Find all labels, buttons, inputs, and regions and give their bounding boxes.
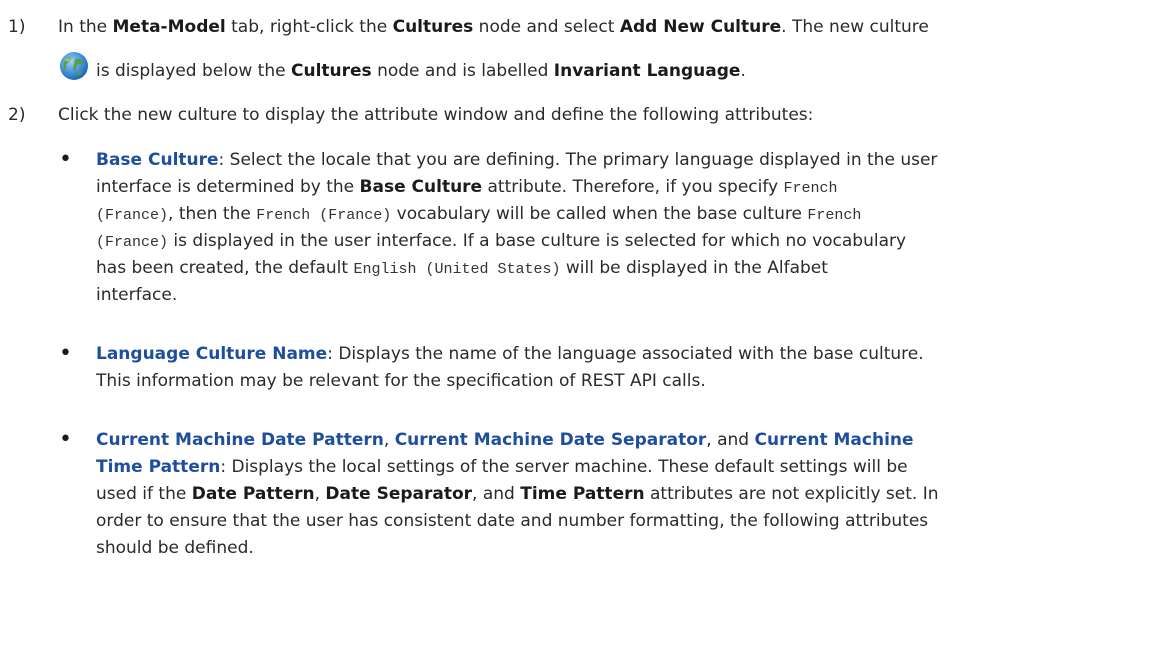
add-new-culture-term: Add New Culture [619,17,782,37]
text: , and [472,484,521,504]
step-number: 1) [8,17,26,37]
cultures-term: Cultures [291,61,372,81]
time-pattern-term: Time Pattern [520,484,645,504]
line: used if the Date Pattern, Date Separator… [96,481,939,507]
text: attribute. Therefore, if you specify [482,177,784,197]
text: has been created, the default [96,258,354,278]
code-value: French [783,180,838,197]
line: has been created, the default English (U… [96,255,828,283]
line: Current Machine Date Pattern, Current Ma… [96,427,914,453]
text: : Select the locale that you are definin… [218,150,938,170]
line: This information may be relevant for the… [96,371,706,391]
text: interface is determined by the [96,177,360,197]
line: Time Pattern: Displays the local setting… [96,454,908,480]
date-pattern-term: Date Pattern [191,484,315,504]
text: : Displays the name of the language asso… [327,344,924,364]
date-separator-term: Current Machine Date Separator [394,430,707,450]
code-value: French [807,207,862,224]
text: In the [58,17,113,37]
step-1-line-1: In the Meta-Model tab, right-click the C… [58,14,929,40]
text: attributes are not explicitly set. In [644,484,939,504]
line: should be defined. [96,538,254,558]
text: . [740,61,746,81]
text: is displayed below the [96,61,291,81]
bullet-dot: • [59,147,72,172]
date-pattern-term: Current Machine Date Pattern [96,430,384,450]
step-number: 2) [8,105,26,125]
text: : Displays the local settings of the ser… [220,457,908,477]
globe-icon [60,52,88,80]
line: order to ensure that the user has consis… [96,511,929,531]
base-culture-term: Base Culture [96,150,219,170]
step-2-line: Click the new culture to display the att… [58,105,814,125]
line: (France), then the French (France) vocab… [96,201,861,229]
document: 1) In the Meta-Model tab, right-click th… [0,0,1170,648]
line: (France) is displayed in the user interf… [96,228,906,256]
text: node and select [473,17,620,37]
line: Language Culture Name: Displays the name… [96,341,924,367]
line: interface is determined by the Base Cult… [96,174,838,202]
bullet-dot: • [59,427,72,452]
text: tab, right-click the [225,17,393,37]
line: Base Culture: Select the locale that you… [96,147,937,173]
base-culture-term: Base Culture [359,177,483,197]
text: . The new culture [781,17,929,37]
text: used if the [96,484,192,504]
text: , [383,430,395,450]
cultures-term: Cultures [392,17,474,37]
code-value: French (France) [256,207,392,224]
code-value: English (United States) [353,261,561,278]
text: will be displayed in the Alfabet [560,258,828,278]
line: is displayed below the Cultures node and… [96,58,746,84]
code-value: (France) [96,207,169,224]
line: interface. [96,285,178,305]
time-pattern-term: Current Machine [754,430,914,450]
text: node and is labelled [371,61,554,81]
time-pattern-term: Time Pattern [96,457,221,477]
date-separator-term: Date Separator [325,484,473,504]
code-value: (France) [96,234,169,251]
text: , [314,484,326,504]
text: vocabulary will be called when the base … [391,204,808,224]
meta-model-term: Meta-Model [112,17,226,37]
bullet-dot: • [59,341,72,366]
invariant-language-term: Invariant Language [553,61,741,81]
language-culture-name-term: Language Culture Name [96,344,328,364]
text: , then the [168,204,257,224]
text: , and [706,430,755,450]
text: is displayed in the user interface. If a… [168,231,907,251]
